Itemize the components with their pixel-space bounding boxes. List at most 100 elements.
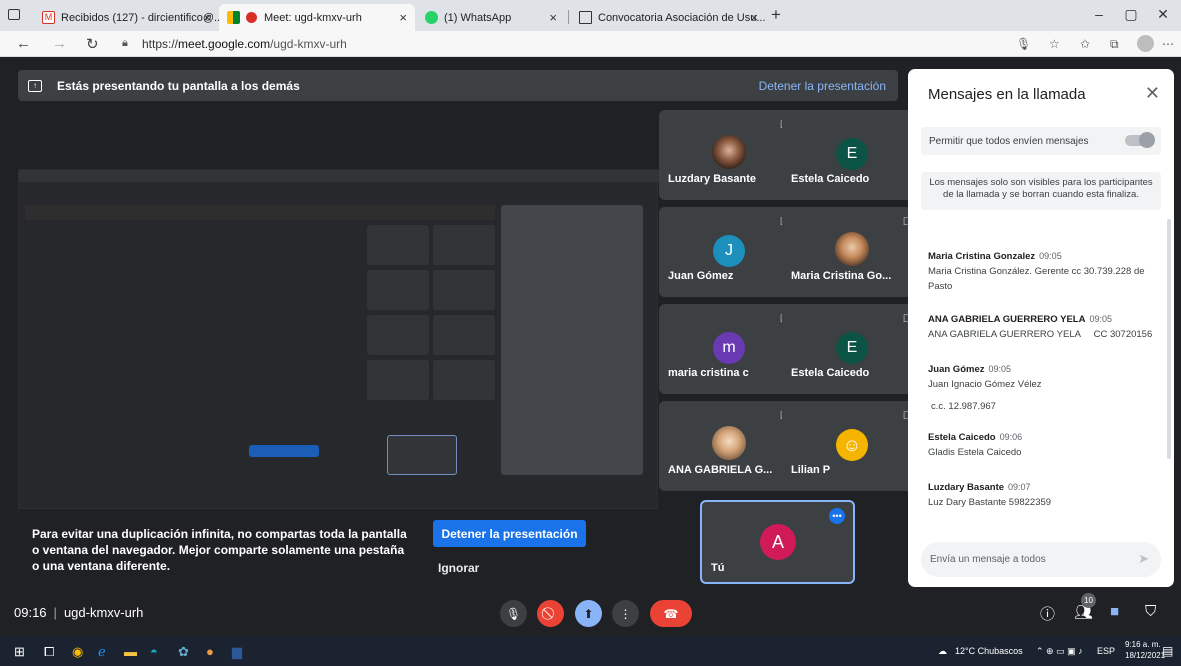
edge-chromium-icon[interactable]: ◓ [150,644,158,659]
mirror-tile [367,225,429,265]
chat-message: c.c. 12.987.967 [931,401,996,412]
mirror-tile [433,360,495,400]
chat-input[interactable]: Envía un mensaje a todos ➤ [921,542,1161,577]
participant-tile[interactable]: 🎙̸ E Estela Caicedo [782,304,922,394]
allow-messages-setting: Permitir que todos envíen mensajes [921,127,1161,155]
minimize-icon[interactable]: – [1089,6,1109,22]
chat-message: Juan Gómez 09:05 Juan Ignacio Gómez Vélez [928,364,1042,390]
self-avatar: A [760,524,796,560]
close-window-icon[interactable]: ✕ [1153,6,1173,23]
host-controls-icon[interactable]: ⛉ [1145,603,1156,620]
forward-icon[interactable]: → [52,35,67,52]
participant-tile[interactable]: 🎙̸ ANA GABRIELA G... [659,401,799,491]
new-tab-icon[interactable]: + [771,5,781,25]
mirror-tile [367,270,429,310]
present-screen-button[interactable]: ⬆ [575,600,602,627]
close-tab-icon[interactable]: × [203,10,211,25]
edge-icon[interactable]: ℯ [98,644,106,660]
clock-date[interactable]: 18/12/2021 [1125,651,1165,660]
meeting-info-icon[interactable]: ⓘ [1040,603,1055,624]
participant-photo [712,135,746,169]
chat-icon[interactable]: ■ [1110,603,1119,620]
mirror-tabbar [19,170,659,182]
participant-tile[interactable]: E Estela Caicedo [782,110,922,200]
self-tile[interactable]: ••• A Tú [700,500,855,584]
participant-tile[interactable]: 🎙̸ m maria cristina c [659,304,799,394]
weather-icon[interactable]: ☁︎ [938,646,947,657]
profile-avatar[interactable] [1137,35,1154,52]
allow-messages-toggle[interactable] [1125,132,1155,148]
weather-text[interactable]: 12°C Chubascos [955,646,1023,656]
present-screen-icon: ↑ [28,79,42,92]
tab-meet[interactable]: Meet: ugd-kmxv-urh × [219,4,415,31]
tray-icons[interactable]: ⌃ ⊕ ▭ ▣ ♪ [1036,646,1083,657]
participant-photo [712,426,746,460]
chat-message-list: Maria Cristina Gonzalez 09:05 Maria Crist… [928,217,1160,527]
browser-tab-bar: M Recibidos (127) - dircientifico@... × … [0,0,1181,31]
app-icon[interactable]: ✿ [178,644,189,660]
mic-permission-icon[interactable]: 🎙︎ [1016,37,1031,51]
close-tab-icon[interactable]: × [750,10,758,25]
chat-message: Luzdary Basante 09:07 Luz Dary Bastante 5… [928,482,1052,508]
participant-tile[interactable]: 🎙̸ ☺ Lilian P [782,401,922,491]
participant-avatar: ☺ [836,429,868,461]
participant-tile[interactable]: 🎙̸ J Juan Gómez [659,207,799,297]
tab-gmail[interactable]: M Recibidos (127) - dircientifico@... × [34,4,219,31]
chat-scrollbar[interactable] [1167,219,1171,459]
more-options-icon[interactable]: ⋯ [1162,37,1174,51]
language-indicator[interactable]: ESP [1097,646,1115,656]
mirror-tile [367,315,429,355]
participant-count-badge: 10 [1081,593,1096,608]
more-options-button[interactable]: ⋮ [612,600,639,627]
meet-icon [227,11,240,24]
infinite-mirror-warning: Para evitar una duplicación infinita, no… [32,527,407,573]
address-bar: ← → ↻ 🔒︎ https://meet.google.com/ugd-kmx… [0,31,1181,57]
clock-time[interactable]: 9:16 a. m. [1125,640,1161,649]
participant-tile[interactable]: 🎙̸ Maria Cristina Go... [782,207,922,297]
chat-panel: Mensajes en la llamada ✕ Permitir que to… [908,69,1174,587]
collections-icon[interactable]: ⧉ [1110,37,1119,52]
end-call-button[interactable]: ☎ [650,600,692,627]
mirror-tile [433,270,495,310]
chrome-icon[interactable]: ◉ [72,644,83,660]
chat-message: Maria Cristina Gonzalez 09:05 Maria Crist… [928,251,1145,292]
tab-convocatoria[interactable]: Convocatoria Asociación de Usu... × [571,4,766,31]
meeting-details: 09:16 | ugd-kmxv-urh [14,605,144,620]
participant-avatar: E [836,332,868,364]
participant-avatar: m [713,332,745,364]
refresh-icon[interactable]: ↻ [86,35,99,53]
mirror-stop-button [249,445,319,457]
camera-off-button[interactable]: ⃠ [537,600,564,627]
tab-actions-icon[interactable] [8,9,20,20]
screen-mirror-preview [18,169,659,509]
favorite-icon[interactable]: ☆ [1049,37,1060,51]
close-tab-icon[interactable]: × [399,10,407,25]
send-icon[interactable]: ➤ [1138,551,1149,567]
ignore-button[interactable]: Ignorar [438,561,479,575]
close-icon[interactable]: ✕ [1145,83,1160,104]
windows-start-icon[interactable]: ⊞ [14,644,25,660]
mirror-banner [25,205,495,220]
restore-icon[interactable]: ▢ [1121,6,1141,23]
participant-tile[interactable]: 🎙̸ Luzdary Basante [659,110,799,200]
stop-presenting-link[interactable]: Detener la presentación [759,79,886,93]
participant-photo [835,232,869,266]
task-view-icon[interactable]: ⧠ [44,644,54,660]
mirror-tile [433,315,495,355]
meet-control-bar: 09:16|ugd-kmxv-urh 🎙︎ ⃠ ⬆ ⋮ ☎ ⓘ 👥︎ 10 ■ … [0,590,1181,637]
url-field[interactable]: https://meet.google.com/ugd-kmxv-urh [142,37,347,51]
favorites-bar-icon[interactable]: ✩ [1080,37,1090,51]
more-options-icon[interactable]: ••• [829,508,845,524]
close-tab-icon[interactable]: × [549,10,557,25]
file-explorer-icon[interactable]: ▬ [124,644,137,659]
chat-message: ANA GABRIELA GUERRERO YELA 09:05 ANA GABR… [928,314,1153,340]
whatsapp-icon [425,11,438,24]
back-icon[interactable]: ← [16,35,31,52]
stop-presenting-button[interactable]: Detener la presentación [433,520,586,547]
microphone-button[interactable]: 🎙︎ [500,600,527,627]
chat-title: Mensajes en la llamada [928,86,1086,103]
app-icon[interactable]: ● [206,644,214,659]
tab-whatsapp[interactable]: (1) WhatsApp × [417,4,565,31]
word-icon[interactable]: ▆ [232,644,242,660]
notifications-icon[interactable]: ▤ [1162,644,1173,658]
